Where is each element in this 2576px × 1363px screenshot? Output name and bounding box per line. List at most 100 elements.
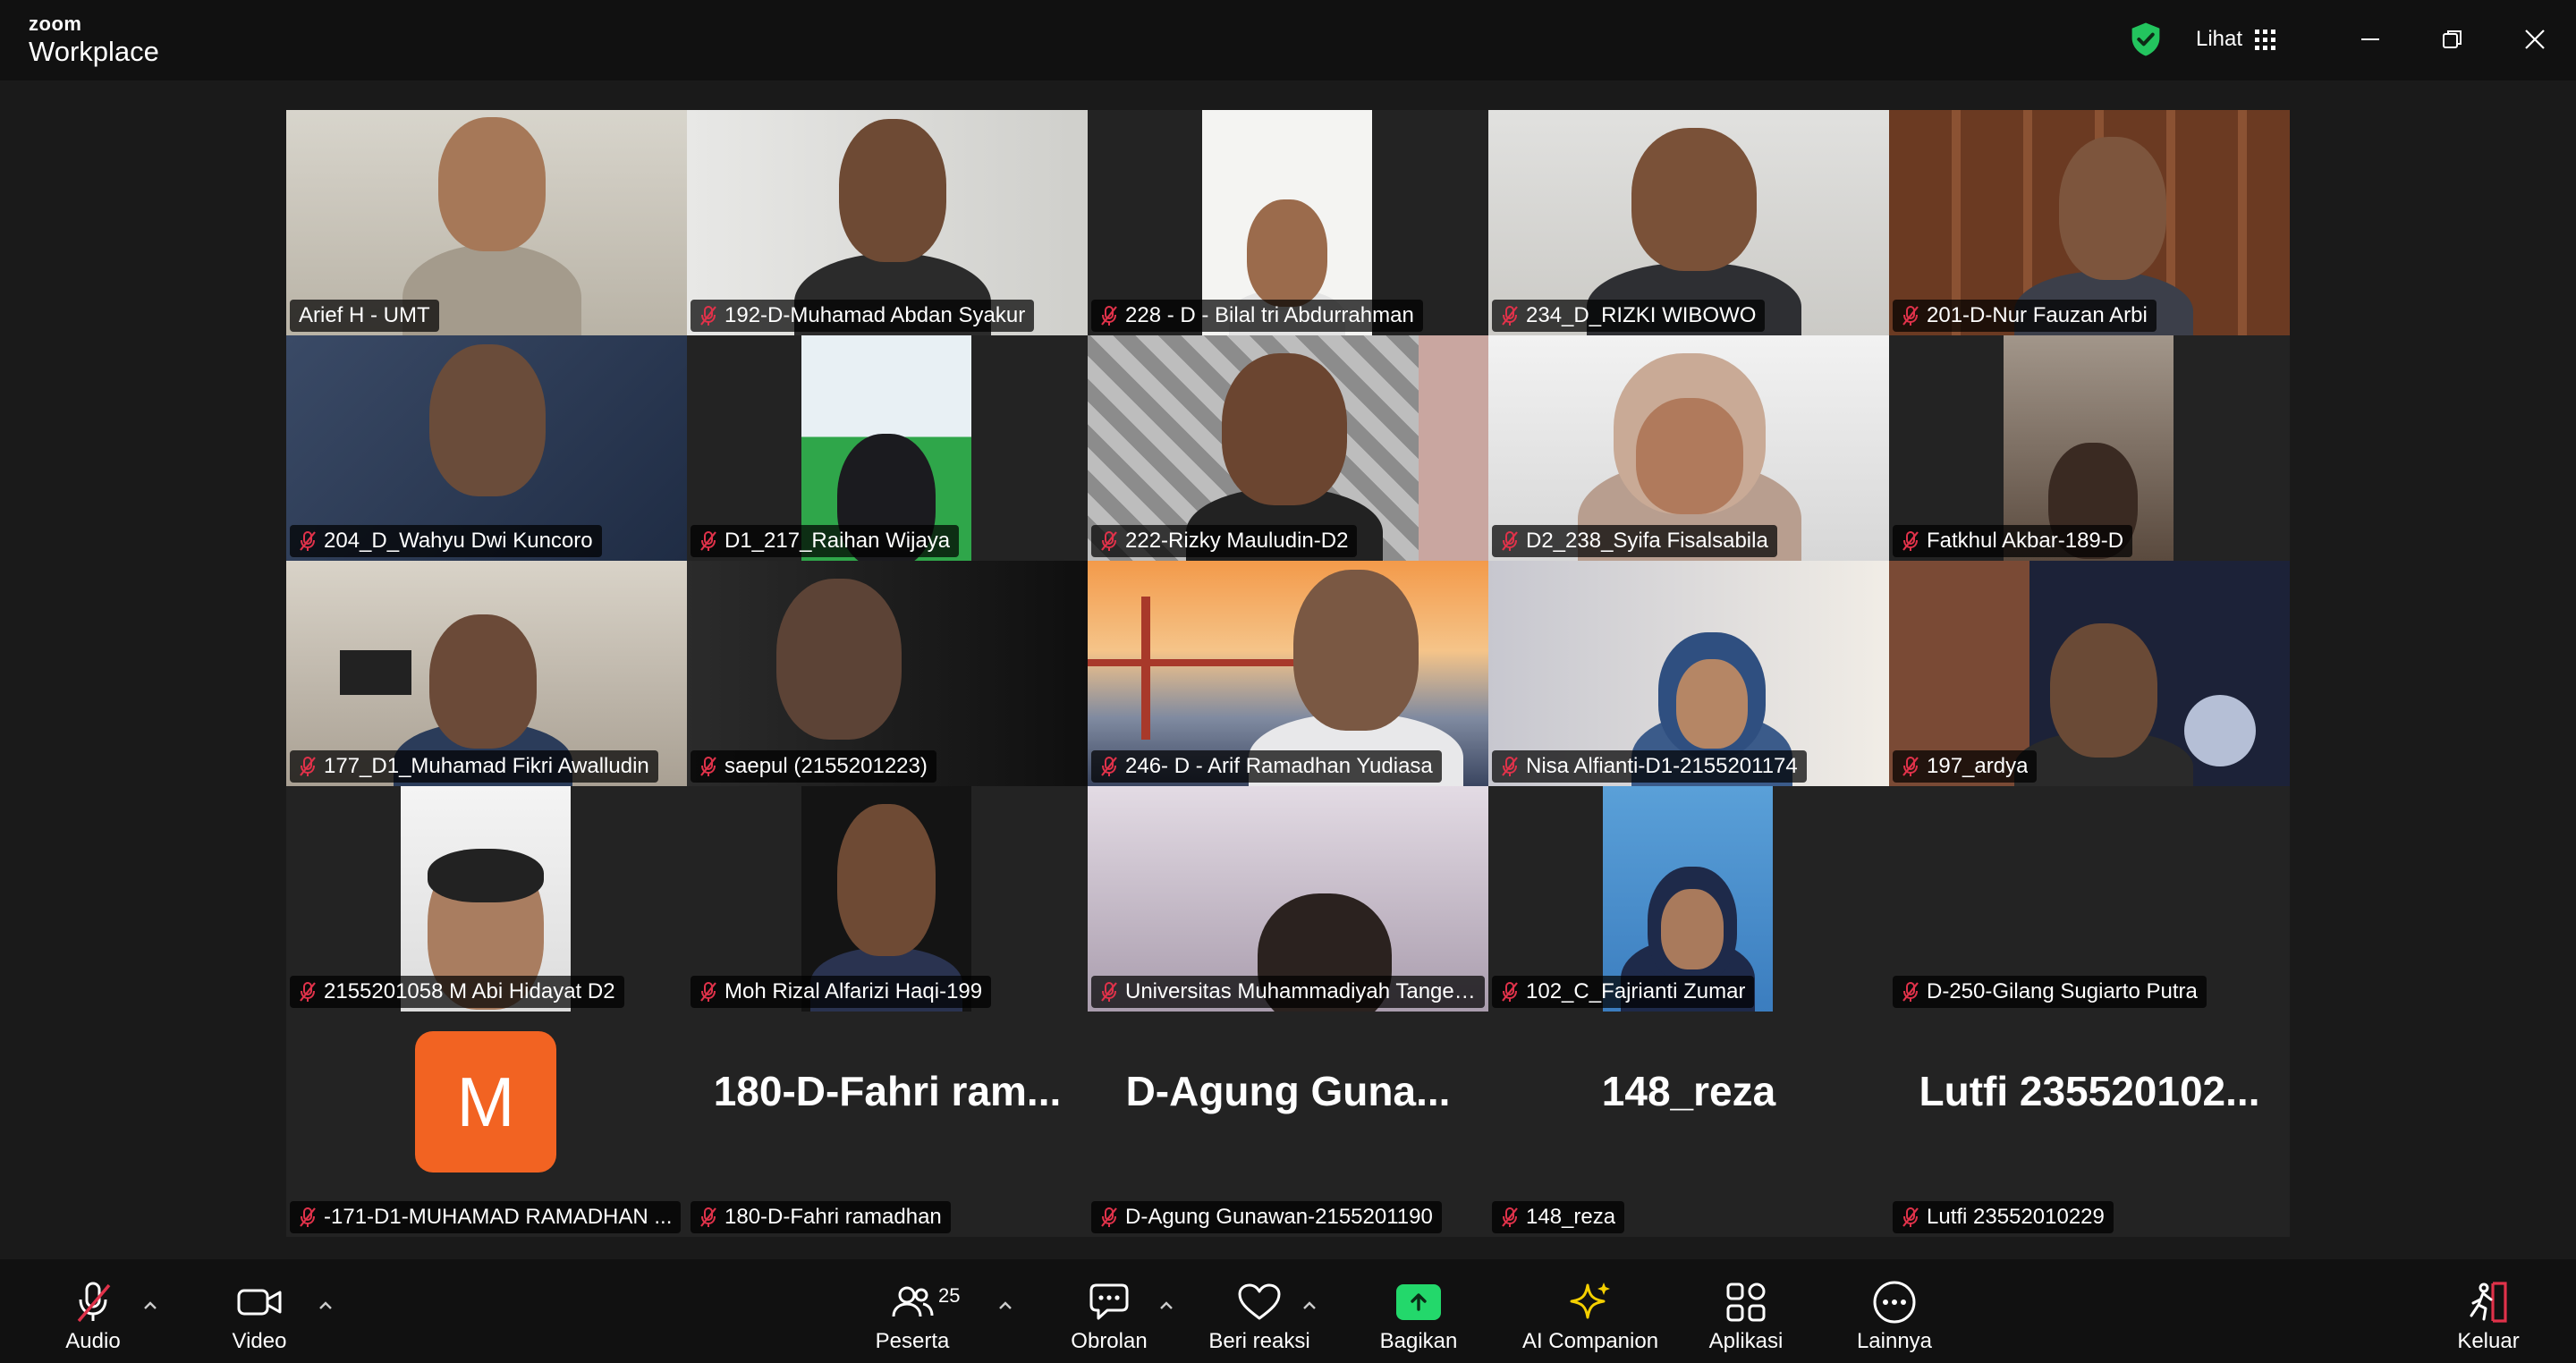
participant-name-tag: 197_ardya [1893, 750, 2038, 783]
participant-tile[interactable]: 201-D-Nur Fauzan Arbi [1889, 110, 2290, 335]
participant-tile[interactable]: M -171-D1-MUHAMAD RAMADHAN ... [286, 1012, 687, 1237]
participant-name-tag: 148_reza [1492, 1201, 1625, 1233]
participant-tile[interactable]: 2155201058 M Abi Hidayat D2 [286, 786, 687, 1012]
share-screen-button[interactable]: Bagikan [1374, 1259, 1463, 1363]
video-button[interactable]: Video [224, 1259, 295, 1363]
participant-name-tag: 177_D1_Muhamad Fikri Awalludin [290, 750, 658, 783]
muted-mic-icon [1502, 531, 1518, 551]
audio-button[interactable]: Audio [54, 1259, 132, 1363]
close-icon [2525, 30, 2545, 49]
participant-tile[interactable]: 204_D_Wahyu Dwi Kuncoro [286, 335, 687, 561]
apps-icon [1726, 1283, 1766, 1322]
participant-tile[interactable]: D1_217_Raihan Wijaya [687, 335, 1088, 561]
leave-exit-icon [2470, 1282, 2507, 1323]
participant-name: D-250-Gilang Sugiarto Putra [1927, 979, 2198, 1003]
video-camera-icon [237, 1289, 282, 1316]
participant-name: saepul (2155201223) [724, 754, 928, 778]
chat-options-chevron-up-icon[interactable] [1156, 1299, 1177, 1313]
chat-bubble-icon [1089, 1283, 1129, 1320]
participant-tile[interactable]: 234_D_RIZKI WIBOWO [1488, 110, 1889, 335]
participant-name: D1_217_Raihan Wijaya [724, 529, 951, 553]
participant-name-tag: 102_C_Fajrianti Zumar [1492, 976, 1755, 1008]
view-button[interactable]: Lihat [2196, 23, 2276, 55]
participant-tile[interactable]: 102_C_Fajrianti Zumar [1488, 786, 1889, 1012]
participant-name: 246- D - Arif Ramadhan Yudiasa [1125, 754, 1433, 778]
react-options-chevron-up-icon[interactable] [1299, 1299, 1320, 1313]
participant-tile[interactable]: Lutfi 235520102... Lutfi 23552010229 [1889, 1012, 2290, 1237]
participant-name: 2155201058 M Abi Hidayat D2 [324, 979, 615, 1003]
participant-tile[interactable]: Universitas Muhammadiyah Tanger... [1088, 786, 1488, 1012]
more-button[interactable]: Lainnya [1848, 1259, 1941, 1363]
participant-tile[interactable]: 192-D-Muhamad Abdan Syakur [687, 110, 1088, 335]
participant-tile[interactable]: D2_238_Syifa Fisalsabila [1488, 335, 1889, 561]
participants-options-chevron-up-icon[interactable] [995, 1299, 1016, 1313]
participant-name-tag: D-Agung Gunawan-2155201190 [1091, 1201, 1442, 1233]
muted-mic-icon [1101, 531, 1117, 551]
participant-tile[interactable]: 228 - D - Bilal tri Abdurrahman [1088, 110, 1488, 335]
participant-tile[interactable]: 222-Rizky Mauludin-D2 [1088, 335, 1488, 561]
muted-mic-icon [1902, 531, 1919, 551]
participant-name: Fatkhul Akbar-189-D [1927, 529, 2124, 553]
participant-tile[interactable]: 246- D - Arif Ramadhan Yudiasa [1088, 561, 1488, 786]
participant-name-tag: D-250-Gilang Sugiarto Putra [1893, 976, 2207, 1008]
restore-icon [2443, 30, 2462, 48]
view-label: Lihat [2196, 27, 2243, 51]
avatar: M [415, 1031, 556, 1173]
participant-tile[interactable]: 148_reza 148_reza [1488, 1012, 1889, 1237]
leave-button[interactable]: Keluar [2453, 1259, 2524, 1363]
restore-button[interactable] [2426, 18, 2479, 61]
apps-button[interactable]: Aplikasi [1699, 1259, 1792, 1363]
participant-name: 197_ardya [1927, 754, 2029, 778]
participant-tile[interactable]: 177_D1_Muhamad Fikri Awalludin [286, 561, 687, 786]
participant-name: -171-D1-MUHAMAD RAMADHAN ... [324, 1205, 673, 1229]
muted-mic-icon [300, 1207, 316, 1227]
participant-tile[interactable]: Moh Rizal Alfarizi Haqi-199 [687, 786, 1088, 1012]
muted-mic-icon [300, 982, 316, 1002]
participant-name-tag: Universitas Muhammadiyah Tanger... [1091, 976, 1485, 1008]
react-label: Beri reaksi [1208, 1329, 1310, 1353]
muted-mic-icon [1502, 306, 1518, 326]
muted-mic-icon [1902, 306, 1919, 326]
participant-display-name: 180-D-Fahri ram... [713, 1068, 1062, 1114]
muted-mic-icon [1902, 982, 1919, 1002]
participant-name-tag: 246- D - Arif Ramadhan Yudiasa [1091, 750, 1442, 783]
video-options-chevron-up-icon[interactable] [315, 1299, 336, 1313]
participant-display-name: Lutfi 235520102... [1919, 1068, 2260, 1114]
participant-name: Moh Rizal Alfarizi Haqi-199 [724, 979, 983, 1003]
muted-mic-icon [1502, 1207, 1518, 1227]
participant-tile[interactable]: D-250-Gilang Sugiarto Putra [1889, 786, 2290, 1012]
participant-name-tag: 222-Rizky Mauludin-D2 [1091, 525, 1358, 557]
participant-name: Lutfi 23552010229 [1927, 1205, 2105, 1229]
heart-icon [1238, 1283, 1281, 1320]
muted-mic-icon [300, 531, 316, 551]
participant-name-tag: Lutfi 23552010229 [1893, 1201, 2114, 1233]
audio-label: Audio [65, 1329, 121, 1353]
participant-name-tag: 204_D_Wahyu Dwi Kuncoro [290, 525, 602, 557]
participant-tile[interactable]: Fatkhul Akbar-189-D [1889, 335, 2290, 561]
participant-name: 204_D_Wahyu Dwi Kuncoro [324, 529, 593, 553]
minimize-button[interactable] [2343, 18, 2397, 61]
close-button[interactable] [2508, 18, 2562, 61]
muted-mic-icon [700, 982, 716, 1002]
participant-tile[interactable]: D-Agung Guna... D-Agung Gunawan-21552011… [1088, 1012, 1488, 1237]
participant-name-tag: D2_238_Syifa Fisalsabila [1492, 525, 1777, 557]
participant-name-tag: D1_217_Raihan Wijaya [691, 525, 960, 557]
participant-tile[interactable]: 180-D-Fahri ram... 180-D-Fahri ramadhan [687, 1012, 1088, 1237]
security-shield-icon[interactable] [2129, 21, 2163, 57]
participant-tile[interactable]: 197_ardya [1889, 561, 2290, 786]
participant-name: Arief H - UMT [299, 303, 430, 327]
ai-companion-button[interactable]: AI Companion [1517, 1259, 1664, 1363]
video-label: Video [232, 1329, 287, 1353]
participant-display-name: 148_reza [1601, 1068, 1776, 1114]
audio-options-chevron-up-icon[interactable] [140, 1299, 161, 1313]
participant-tile[interactable]: Nisa Alfianti-D1-2155201174 [1488, 561, 1889, 786]
participants-button[interactable]: Peserta [868, 1259, 957, 1363]
participant-name-tag: 2155201058 M Abi Hidayat D2 [290, 976, 624, 1008]
participant-tile[interactable]: saepul (2155201223) [687, 561, 1088, 786]
minimize-icon [2361, 38, 2379, 40]
participant-tile[interactable]: Arief H - UMT [286, 110, 687, 335]
muted-mic-icon [1101, 306, 1117, 326]
muted-mic-icon [1902, 1207, 1919, 1227]
muted-mic-icon [700, 757, 716, 776]
chat-button[interactable]: Obrolan [1064, 1259, 1154, 1363]
